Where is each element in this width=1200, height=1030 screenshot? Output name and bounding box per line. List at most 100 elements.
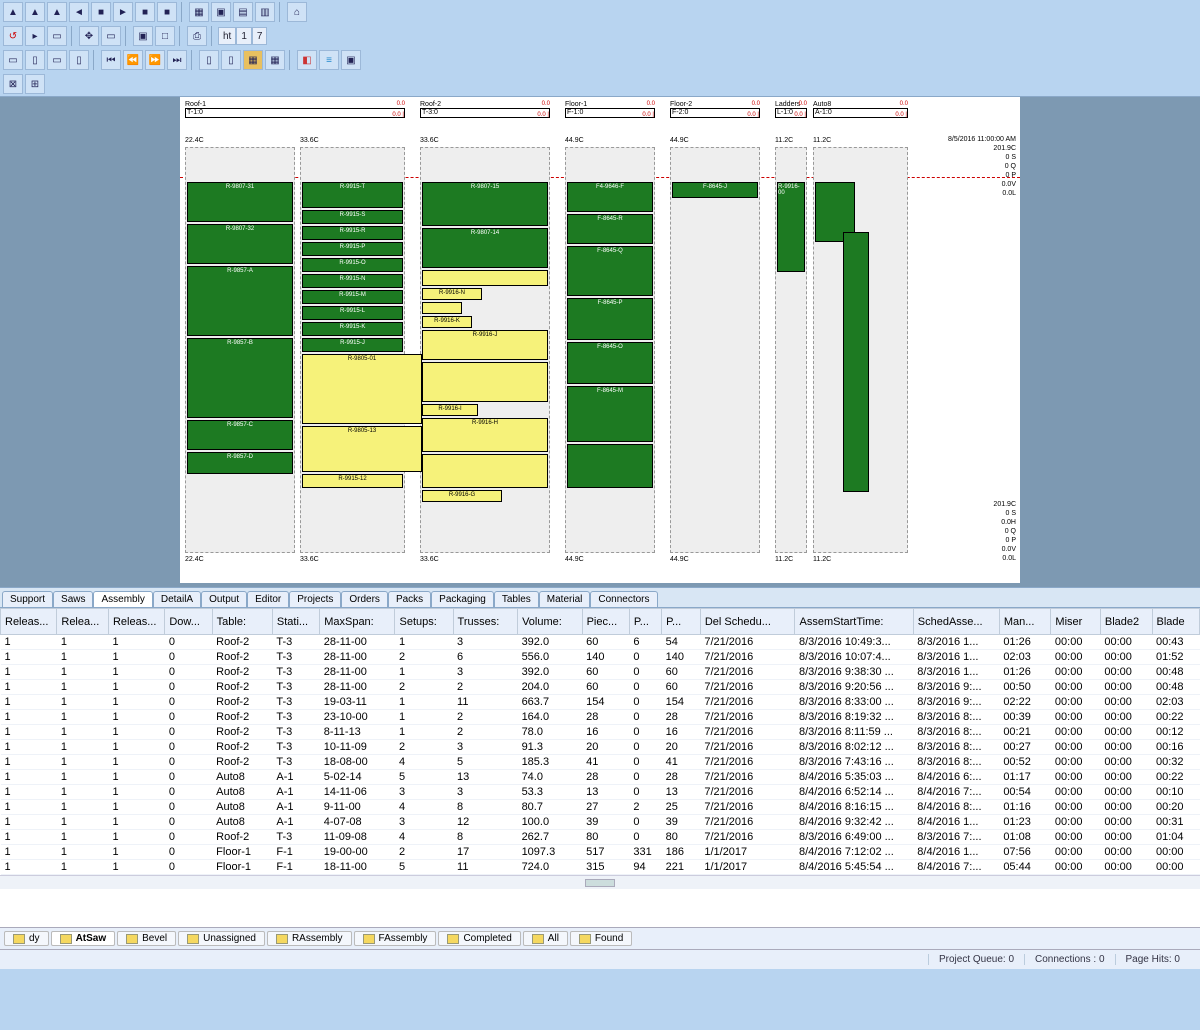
tab-saws[interactable]: Saws <box>53 591 93 607</box>
move-icon[interactable]: ✥ <box>79 26 99 46</box>
table-row[interactable]: 1110Roof-2T-38-11-131278.0160167/21/2016… <box>1 725 1200 740</box>
tool-c11[interactable]: ▦ <box>243 50 263 70</box>
eraser-icon[interactable]: ◧ <box>297 50 317 70</box>
tab-output[interactable]: Output <box>201 591 247 607</box>
tool-a12[interactable]: ▥ <box>255 2 275 22</box>
schedule-block[interactable]: R-9807-32 <box>187 224 293 264</box>
filter-tab-rassembly[interactable]: RAssembly <box>267 931 352 946</box>
schedule-block[interactable]: R-9805-13 <box>302 426 422 472</box>
table-row[interactable]: 1110Roof-2T-311-09-0848262.7800807/21/20… <box>1 830 1200 845</box>
tool-a7[interactable]: ■ <box>135 2 155 22</box>
col-header[interactable]: Dow... <box>165 609 212 635</box>
table-row[interactable]: 1110Roof-2T-323-10-0012164.0280287/21/20… <box>1 710 1200 725</box>
hscroll-thumb[interactable] <box>585 879 615 887</box>
col-header[interactable]: Setups: <box>395 609 453 635</box>
schedule-block[interactable] <box>422 302 462 314</box>
col-header[interactable]: Relea... <box>57 609 109 635</box>
tool-c9[interactable]: ▯ <box>199 50 219 70</box>
table-row[interactable]: 1110Roof-2T-319-03-11111663.715401547/21… <box>1 695 1200 710</box>
list-icon[interactable]: ≡ <box>319 50 339 70</box>
tool-b3[interactable]: ▭ <box>47 26 67 46</box>
tool-c1[interactable]: ▭ <box>3 50 23 70</box>
filter-tab-found[interactable]: Found <box>570 931 632 946</box>
col-header[interactable]: Releas... <box>1 609 57 635</box>
schedule-block[interactable]: R-9857-C <box>187 420 293 450</box>
schedule-block[interactable]: R-9915-J <box>302 338 403 352</box>
schedule-block[interactable]: R-9916-I <box>422 404 478 416</box>
table-row[interactable]: 1110Auto8A-19-11-004880.7272257/21/20168… <box>1 800 1200 815</box>
copy-icon[interactable]: ▣ <box>341 50 361 70</box>
grid-wrap[interactable]: Releas...Relea...Releas...Dow...Table:St… <box>0 607 1200 927</box>
print-icon[interactable]: ⎙ <box>187 26 207 46</box>
tool-c2[interactable]: ▯ <box>25 50 45 70</box>
tab-tables[interactable]: Tables <box>494 591 539 607</box>
schedule-block[interactable]: R-9915-M <box>302 290 403 304</box>
filter-tab-bevel[interactable]: Bevel <box>117 931 176 946</box>
schedule-block[interactable]: R-9915-P <box>302 242 403 256</box>
filter-tab-atsaw[interactable]: AtSaw <box>51 931 116 946</box>
tool-a10[interactable]: ▣ <box>211 2 231 22</box>
table-row[interactable]: 1110Auto8A-14-07-08312100.0390397/21/201… <box>1 815 1200 830</box>
schedule-block[interactable]: R-9915-K <box>302 322 403 336</box>
table-row[interactable]: 1110Auto8A-114-11-063353.3130137/21/2016… <box>1 785 1200 800</box>
schedule-block[interactable] <box>422 454 548 488</box>
schedule-block[interactable]: F-8645-J <box>672 182 758 198</box>
schedule-block[interactable]: F-8645-R <box>567 214 653 244</box>
tool-b6[interactable]: ▣ <box>133 26 153 46</box>
schedule-block[interactable]: R-9857-D <box>187 452 293 474</box>
tab-projects[interactable]: Projects <box>289 591 341 607</box>
schedule-block[interactable]: R-9807-14 <box>422 228 548 268</box>
tool-c3[interactable]: ▭ <box>47 50 67 70</box>
schedule-block[interactable] <box>422 270 548 286</box>
table-row[interactable]: 1110Auto8A-15-02-1451374.0280287/21/2016… <box>1 770 1200 785</box>
tab-material[interactable]: Material <box>539 591 591 607</box>
schedule-block[interactable]: F-8645-P <box>567 298 653 340</box>
data-grid[interactable]: Releas...Relea...Releas...Dow...Table:St… <box>0 608 1200 875</box>
filter-tab-dy[interactable]: dy <box>4 931 49 946</box>
table-row[interactable]: 1110Roof-2T-328-11-0022204.0600607/21/20… <box>1 680 1200 695</box>
tool-a13[interactable]: ⌂ <box>287 2 307 22</box>
schedule-block[interactable]: R-9915-N <box>302 274 403 288</box>
col-header[interactable]: AssemStartTime: <box>795 609 913 635</box>
col-header[interactable]: Blade2 <box>1100 609 1152 635</box>
filter-tab-completed[interactable]: Completed <box>438 931 520 946</box>
table-row[interactable]: 1110Floor-1F-118-11-00511724.0315942211/… <box>1 860 1200 875</box>
schedule-block[interactable]: R-9857-B <box>187 338 293 418</box>
schedule-block[interactable]: R-9916-N <box>422 288 482 300</box>
next-icon[interactable]: ⏩ <box>145 50 165 70</box>
table-row[interactable]: 1110Roof-2T-328-11-0013392.0600607/21/20… <box>1 665 1200 680</box>
schedule-block[interactable]: R-9916-00 <box>777 182 805 272</box>
tab-support[interactable]: Support <box>2 591 53 607</box>
col-header[interactable]: Miser <box>1051 609 1100 635</box>
schedule-block[interactable] <box>422 362 548 402</box>
schedule-block[interactable]: F-8645-M <box>567 386 653 442</box>
col-header[interactable]: P... <box>629 609 661 635</box>
pointer-icon[interactable]: ▸ <box>25 26 45 46</box>
col-header[interactable]: Table: <box>212 609 272 635</box>
tab-packs[interactable]: Packs <box>388 591 431 607</box>
schedule-block[interactable]: R-9807-31 <box>187 182 293 222</box>
tool-c10[interactable]: ▯ <box>221 50 241 70</box>
tool-a1[interactable]: ▲ <box>3 2 23 22</box>
col-header[interactable]: P... <box>662 609 701 635</box>
grid-icon[interactable]: ▦ <box>265 50 285 70</box>
col-header[interactable]: MaxSpan: <box>320 609 395 635</box>
filter-tab-fassembly[interactable]: FAssembly <box>354 931 437 946</box>
tab-editor[interactable]: Editor <box>247 591 289 607</box>
schedule-block[interactable]: R-9915-O <box>302 258 403 272</box>
col-header[interactable]: Stati... <box>272 609 319 635</box>
tool-ht[interactable]: ht <box>218 27 236 45</box>
table-row[interactable]: 1110Roof-2T-310-11-092391.3200207/21/201… <box>1 740 1200 755</box>
col-header[interactable]: Del Schedu... <box>700 609 795 635</box>
col-header[interactable]: SchedAsse... <box>913 609 999 635</box>
table-row[interactable]: 1110Floor-1F-119-00-002171097.3517331186… <box>1 845 1200 860</box>
tab-packaging[interactable]: Packaging <box>431 591 494 607</box>
tool-b5[interactable]: ▭ <box>101 26 121 46</box>
col-header[interactable]: Releas... <box>108 609 164 635</box>
tool-d2[interactable]: ⊞ <box>25 74 45 94</box>
tool-7[interactable]: 7 <box>252 27 268 45</box>
table-row[interactable]: 1110Roof-2T-328-11-0026556.014001407/21/… <box>1 650 1200 665</box>
tool-b1[interactable]: ↺ <box>3 26 23 46</box>
tab-detaila[interactable]: DetailA <box>153 591 201 607</box>
schedule-block[interactable]: R-9915-T <box>302 182 403 208</box>
